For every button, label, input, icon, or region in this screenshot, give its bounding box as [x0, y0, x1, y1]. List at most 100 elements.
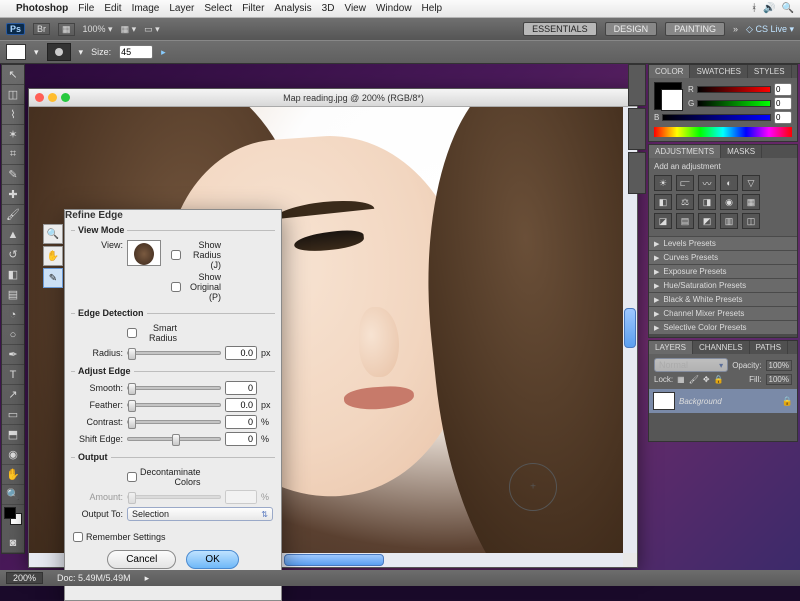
menu-layer[interactable]: Layer: [169, 3, 194, 14]
g-input[interactable]: [774, 97, 792, 110]
b-input[interactable]: [774, 111, 792, 124]
tab-styles[interactable]: STYLES: [748, 65, 792, 78]
preset-chanmix[interactable]: ▶Channel Mixer Presets: [649, 306, 797, 320]
r-input[interactable]: [774, 83, 792, 96]
preset-curves[interactable]: ▶Curves Presets: [649, 250, 797, 264]
decontaminate-checkbox[interactable]: [127, 472, 137, 482]
smart-radius-checkbox[interactable]: [127, 328, 137, 338]
type-tool-icon[interactable]: T: [2, 365, 24, 385]
invert-icon[interactable]: ◪: [654, 213, 672, 229]
tab-masks[interactable]: MASKS: [721, 145, 762, 158]
screenmode-icon[interactable]: ▭ ▾: [144, 24, 160, 35]
3d-tool-icon[interactable]: ⬒: [2, 425, 24, 445]
history-tool-icon[interactable]: ↺: [2, 245, 24, 265]
outputto-select[interactable]: Selection⇅: [127, 507, 273, 521]
lock-all-icon[interactable]: 🔒: [714, 375, 724, 384]
cancel-button[interactable]: Cancel: [107, 550, 176, 569]
size-input[interactable]: [119, 45, 153, 59]
show-original-checkbox[interactable]: [171, 282, 181, 292]
collapsed-panel-dock[interactable]: [628, 64, 646, 194]
menu-window[interactable]: Window: [376, 3, 412, 14]
eyedropper-tool-icon[interactable]: ✎: [2, 165, 24, 185]
tab-adjustments[interactable]: ADJUSTMENTS: [649, 145, 721, 158]
opacity-value[interactable]: 100%: [766, 360, 792, 371]
menu-3d[interactable]: 3D: [322, 3, 335, 14]
path-tool-icon[interactable]: ↗: [2, 385, 24, 405]
feather-input[interactable]: [225, 398, 257, 412]
remember-checkbox[interactable]: [73, 532, 83, 542]
brush-preview[interactable]: [47, 43, 71, 61]
hue-icon[interactable]: ◧: [654, 194, 672, 210]
size-stepper-icon[interactable]: ▸: [161, 47, 166, 58]
cslive-button[interactable]: ◇ CS Live ▾: [746, 24, 794, 35]
hand-tool-icon[interactable]: ✋: [2, 465, 24, 485]
brush-tool-icon[interactable]: 🖌: [2, 205, 24, 225]
app-name[interactable]: Photoshop: [16, 3, 68, 14]
smooth-slider[interactable]: [127, 386, 221, 390]
tab-layers[interactable]: LAYERS: [649, 341, 693, 354]
lock-pixels-icon[interactable]: 🖌: [689, 375, 699, 384]
zoom-dropdown[interactable]: 100% ▾: [83, 24, 113, 35]
tab-channels[interactable]: CHANNELS: [693, 341, 750, 354]
shift-slider[interactable]: [127, 437, 221, 441]
menu-filter[interactable]: Filter: [242, 3, 264, 14]
curves-icon[interactable]: 〰: [698, 175, 716, 191]
contrast-input[interactable]: [225, 415, 257, 429]
exposure-icon[interactable]: ◐: [720, 175, 738, 191]
shift-input[interactable]: [225, 432, 257, 446]
feather-slider[interactable]: [127, 403, 221, 407]
gradmap-icon[interactable]: ▥: [720, 213, 738, 229]
bw-icon[interactable]: ◨: [698, 194, 716, 210]
menu-image[interactable]: Image: [132, 3, 160, 14]
poster-icon[interactable]: ▤: [676, 213, 694, 229]
menu-view[interactable]: View: [344, 3, 366, 14]
quickmask-icon[interactable]: ◙: [2, 533, 24, 553]
zoom-field[interactable]: 200%: [6, 572, 43, 584]
menu-file[interactable]: File: [78, 3, 94, 14]
minibridge-icon[interactable]: ▦: [58, 23, 75, 36]
chanmix-icon[interactable]: ▦: [742, 194, 760, 210]
fg-bg-swatch[interactable]: [2, 505, 24, 533]
b-slider[interactable]: [662, 114, 771, 121]
status-chevron-icon[interactable]: ▸: [145, 573, 150, 584]
color-fgbg-swatch[interactable]: [654, 82, 682, 110]
menu-analysis[interactable]: Analysis: [274, 3, 311, 14]
lasso-tool-icon[interactable]: ⌇: [2, 105, 24, 125]
layer-thumb[interactable]: [653, 392, 675, 410]
viewextras-icon[interactable]: ▦ ▾: [121, 24, 137, 35]
dlg-refineradius-tool-icon[interactable]: ✎: [43, 268, 63, 288]
minimize-icon[interactable]: [48, 93, 57, 102]
tab-color[interactable]: COLOR: [649, 65, 690, 78]
view-thumb-dropdown[interactable]: [127, 240, 161, 266]
smooth-input[interactable]: [225, 381, 257, 395]
zoom-tool-icon[interactable]: 🔍: [2, 485, 24, 505]
dlg-hand-tool-icon[interactable]: ✋: [43, 246, 63, 266]
contrast-slider[interactable]: [127, 420, 221, 424]
tab-swatches[interactable]: SWATCHES: [690, 65, 747, 78]
dialog-titlebar[interactable]: Refine Edge: [65, 210, 281, 226]
quickselect-tool-icon[interactable]: ✶: [2, 125, 24, 145]
workspace-essentials[interactable]: ESSENTIALS: [523, 22, 597, 36]
lock-pos-icon[interactable]: ✥: [703, 375, 710, 384]
healing-tool-icon[interactable]: ✚: [2, 185, 24, 205]
levels-icon[interactable]: ⫍: [676, 175, 694, 191]
move-tool-icon[interactable]: ↖: [2, 65, 24, 85]
workspace-design[interactable]: DESIGN: [605, 22, 658, 36]
workspace-painting[interactable]: PAINTING: [665, 22, 725, 36]
close-icon[interactable]: [35, 93, 44, 102]
tool-preset-swatch[interactable]: [6, 44, 26, 60]
bluetooth-icon[interactable]: ᚼ: [751, 3, 757, 14]
ok-button[interactable]: OK: [186, 550, 238, 569]
dlg-zoom-tool-icon[interactable]: 🔍: [43, 224, 63, 244]
lock-trans-icon[interactable]: ▦: [677, 375, 685, 384]
blur-tool-icon[interactable]: ◔: [2, 305, 24, 325]
volume-icon[interactable]: 🔊: [763, 3, 775, 14]
pen-tool-icon[interactable]: ✒: [2, 345, 24, 365]
zoomwin-icon[interactable]: [61, 93, 70, 102]
fill-value[interactable]: 100%: [766, 374, 792, 385]
gradient-tool-icon[interactable]: ▤: [2, 285, 24, 305]
preset-exposure[interactable]: ▶Exposure Presets: [649, 264, 797, 278]
3dcamera-tool-icon[interactable]: ◉: [2, 445, 24, 465]
g-slider[interactable]: [697, 100, 771, 107]
menu-edit[interactable]: Edit: [104, 3, 121, 14]
